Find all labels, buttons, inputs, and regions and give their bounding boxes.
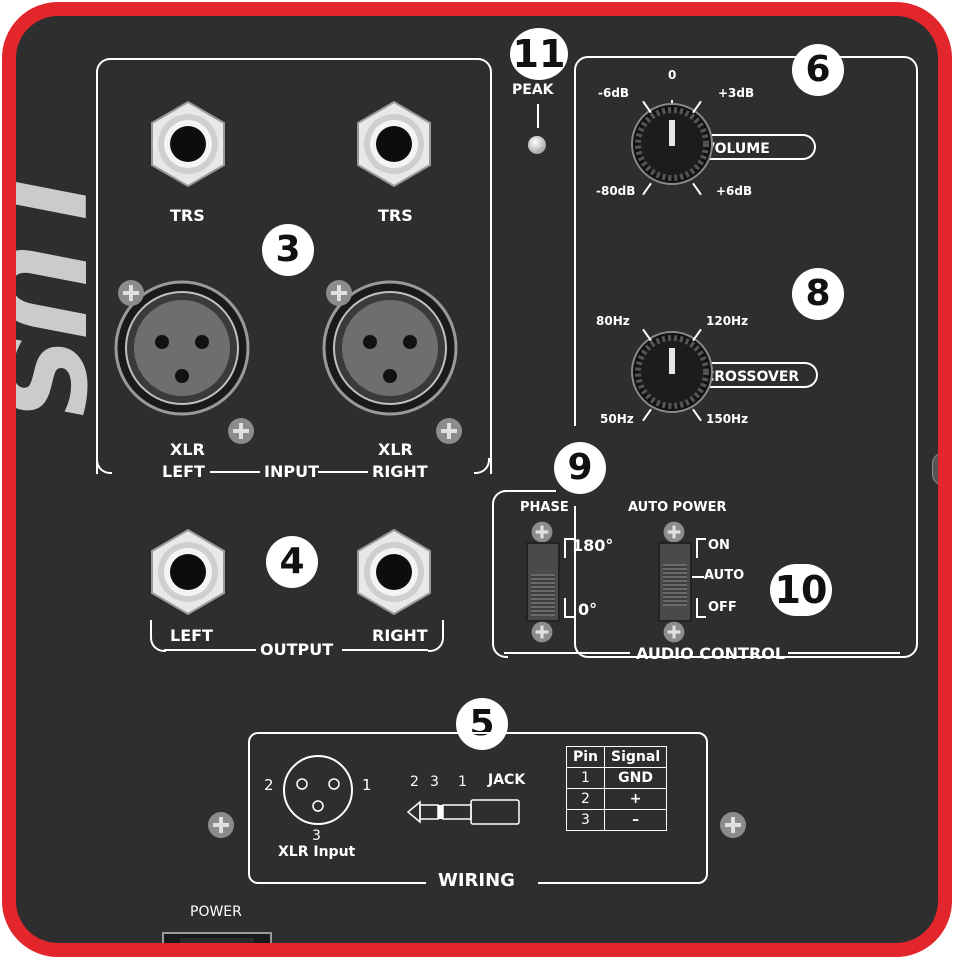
screw-icon <box>436 418 462 444</box>
screw-icon <box>118 280 144 306</box>
xlr-input-caption: XLR Input <box>278 844 356 860</box>
xlr-pin-diagram <box>283 755 353 825</box>
jack-pin-3: 3 <box>430 774 439 790</box>
trs-left-label: TRS <box>170 206 205 225</box>
power-switch[interactable] <box>162 932 272 943</box>
trs-right-jack[interactable] <box>350 100 438 188</box>
jack-pin-2: 2 <box>410 774 419 790</box>
screw-icon <box>663 621 685 643</box>
jack-pin-1: 1 <box>458 774 467 790</box>
callout-auto-power: 10 <box>770 564 832 616</box>
callout-phase: 9 <box>554 442 606 494</box>
output-right-jack[interactable] <box>350 528 438 616</box>
trs-left-jack[interactable] <box>144 100 232 188</box>
output-left-label: LEFT <box>170 626 213 645</box>
crossover-scale-upper-right: 120Hz <box>706 314 749 328</box>
screw-icon <box>228 418 254 444</box>
xlr-pin-3: 3 <box>312 828 321 844</box>
callout-peak: 11 <box>510 28 568 80</box>
wiring-pin-table: Pin Signal 1 GND 2 + 3 – <box>565 746 668 831</box>
output-group-label: OUTPUT <box>260 640 334 659</box>
jack-label: JACK <box>488 772 526 788</box>
auto-power-label: AUTO POWER <box>628 500 727 515</box>
crossover-scale-upper-left: 80Hz <box>596 314 630 328</box>
auto-power-option-on: ON <box>708 538 730 553</box>
volume-scale-upper-left: -6dB <box>598 86 630 100</box>
auto-power-option-auto: AUTO <box>704 568 745 583</box>
wiring-label: WIRING <box>438 870 515 891</box>
callout-input: 3 <box>262 224 314 276</box>
xlr-right-label: XLR <box>378 440 413 459</box>
table-row: 3 – <box>565 809 668 831</box>
screw-icon <box>531 621 553 643</box>
phase-option-180: 180° <box>572 536 614 555</box>
screw-icon <box>326 280 352 306</box>
input-group-label: INPUT <box>264 462 319 481</box>
table-row: 1 GND <box>565 767 668 789</box>
xlr-left-label: XLR <box>170 440 205 459</box>
table-header-signal: Signal <box>604 746 668 768</box>
callout-volume: 6 <box>792 44 844 96</box>
screw-icon <box>720 812 746 838</box>
volume-scale-top: 0 <box>668 68 677 82</box>
peak-label: PEAK <box>512 82 554 98</box>
table-row: 2 + <box>565 788 668 810</box>
screw-icon <box>208 812 234 838</box>
audio-control-frame <box>492 490 508 658</box>
phase-label: PHASE <box>520 500 569 515</box>
screw-icon <box>531 521 553 543</box>
input-left-label: LEFT <box>162 462 205 481</box>
output-left-jack[interactable] <box>144 528 232 616</box>
brand-lettering: LUS <box>2 176 108 418</box>
side-mount-knob <box>932 452 938 486</box>
callout-output: 4 <box>266 536 318 588</box>
rear-panel: LUS LEFT INPUT RIGHT TRS TRS 3 XLR XLR 4… <box>2 2 952 957</box>
volume-scale-lower-right: +6dB <box>716 184 753 198</box>
xlr-pin-2: 2 <box>264 776 274 794</box>
power-label: POWER <box>190 904 242 920</box>
callout-crossover: 8 <box>792 268 844 320</box>
phase-switch[interactable] <box>526 542 560 622</box>
screw-icon <box>663 521 685 543</box>
crossover-knob[interactable] <box>628 328 716 416</box>
auto-power-switch[interactable] <box>658 542 692 622</box>
volume-knob[interactable] <box>628 100 716 188</box>
table-header-pin: Pin <box>565 746 606 768</box>
output-right-label: RIGHT <box>372 626 428 645</box>
auto-power-option-off: OFF <box>708 600 737 615</box>
input-right-label: RIGHT <box>372 462 428 481</box>
jack-plug-diagram <box>406 799 520 825</box>
audio-control-label: AUDIO CONTROL <box>636 644 786 663</box>
xlr-pin-1: 1 <box>362 776 372 794</box>
volume-scale-upper-right: +3dB <box>718 86 755 100</box>
phase-option-0: 0° <box>578 600 598 619</box>
peak-led <box>528 136 546 154</box>
trs-right-label: TRS <box>378 206 413 225</box>
